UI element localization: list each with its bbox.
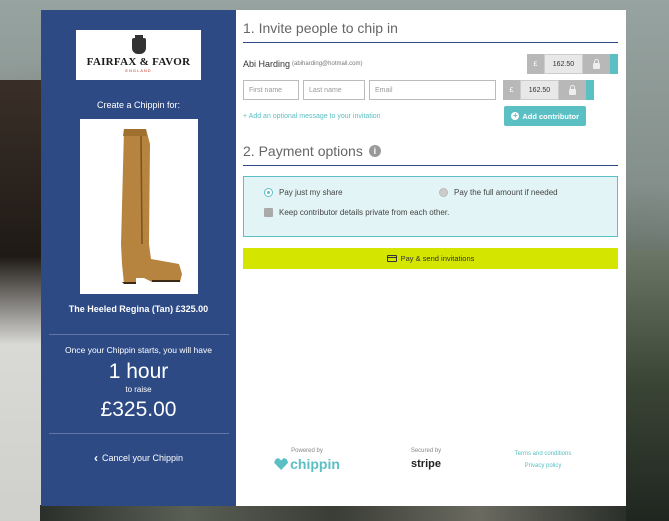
contributor-name: Abi Harding <box>243 59 291 69</box>
add-contributor-label: Add contributor <box>522 111 579 121</box>
chippin-modal: FAIRFAX & FAVOR ENGLAND Create a Chippin… <box>41 10 626 506</box>
info-icon[interactable]: i <box>368 145 381 157</box>
background-trees <box>625 250 669 521</box>
invite-section-title: 1. Invite people to chip in <box>243 20 618 43</box>
pay-send-button[interactable]: Pay & send invitations <box>243 248 618 269</box>
private-label: Keep contributor details private from ea… <box>279 208 450 217</box>
brand-sub: ENGLAND <box>125 67 152 73</box>
starts-text: Once your Chippin starts, you will have <box>65 345 212 355</box>
payment-section-title: 2. Payment options i <box>243 143 618 166</box>
lock-button[interactable] <box>583 54 610 74</box>
new-amount-group: £ 162.50 <box>503 80 594 100</box>
option-pay-share[interactable]: Pay just my share <box>264 188 343 197</box>
heart-icon <box>274 458 289 470</box>
sidebar: FAIRFAX & FAVOR ENGLAND Create a Chippin… <box>41 10 236 506</box>
contributor-email: (abiharding@hotmail.com) <box>292 61 363 67</box>
chippin-logo[interactable]: chippin <box>262 456 352 472</box>
product-name: The Heeled Regina (Tan) £325.00 <box>68 304 209 314</box>
accent-edge <box>610 54 618 74</box>
add-message-link[interactable]: + Add an optional message to your invita… <box>243 113 381 120</box>
terms-link[interactable]: Terms and conditions <box>498 448 588 460</box>
brand-logo: FAIRFAX & FAVOR ENGLAND <box>76 30 201 80</box>
contributor-amount-field[interactable]: 162.50 <box>544 54 583 74</box>
contributor-row: Abi Harding (abiharding@hotmail.com) £ 1… <box>243 54 618 74</box>
payment-options-box: Pay just my share Pay the full amount if… <box>243 176 618 237</box>
option-full-label: Pay the full amount if needed <box>454 188 558 197</box>
cancel-label: Cancel your Chippin <box>101 453 184 463</box>
privacy-link[interactable]: Privacy policy <box>498 460 588 472</box>
radio-selected-icon <box>264 188 273 197</box>
plus-icon: + <box>511 111 520 120</box>
stripe-logo: stripe <box>411 458 441 470</box>
powered-by-label: Powered by <box>291 448 323 454</box>
divider <box>48 334 229 335</box>
crest-icon <box>131 34 146 54</box>
private-checkbox[interactable]: Keep contributor details private from ea… <box>264 208 449 217</box>
main-panel: 1. Invite people to chip in Abi Harding … <box>236 10 626 506</box>
option-share-label: Pay just my share <box>279 188 343 197</box>
cancel-chippin-link[interactable]: ‹ Cancel your Chippin <box>94 451 183 465</box>
legal-links: Terms and conditions Privacy policy <box>498 448 588 472</box>
option-pay-full[interactable]: Pay the full amount if needed <box>439 188 558 197</box>
chevron-left-icon: ‹ <box>93 451 98 465</box>
currency-symbol: £ <box>503 80 520 100</box>
lock-icon <box>569 84 576 95</box>
background-person <box>0 80 42 521</box>
contributor-amount-group: £ 162.50 <box>527 54 618 74</box>
new-contributor-row: First name Last name Email £ 162.50 <box>243 80 618 100</box>
new-amount-field[interactable]: 162.50 <box>520 80 559 100</box>
radio-unselected-icon <box>439 188 448 197</box>
product-image <box>79 119 198 294</box>
footer: Powered by chippin Secured by stripe Ter… <box>236 448 626 488</box>
secured-by-block: Secured by stripe <box>396 448 456 470</box>
email-input[interactable]: Email <box>369 80 496 100</box>
accent-edge <box>586 80 594 100</box>
currency-symbol: £ <box>527 54 544 74</box>
brand-name: FAIRFAX & FAVOR <box>86 55 191 68</box>
background-ground <box>40 505 626 521</box>
lock-icon <box>593 58 600 69</box>
last-name-input[interactable]: Last name <box>303 80 365 100</box>
add-contributor-button[interactable]: + Add contributor <box>504 106 586 126</box>
credit-card-icon <box>386 255 397 262</box>
create-for-label: Create a Chippin for: <box>96 100 181 110</box>
secured-by-label: Secured by <box>410 448 442 454</box>
pay-button-label: Pay & send invitations <box>400 254 475 263</box>
powered-by-block: Powered by chippin <box>262 448 352 472</box>
invite-title: 1. Invite people to chip in <box>243 20 398 36</box>
divider <box>48 433 229 434</box>
to-raise-label: to raise <box>125 385 152 394</box>
chippin-logo-text: chippin <box>290 456 340 472</box>
invite-actions-row: + Add an optional message to your invita… <box>243 106 618 126</box>
time-value: 1 hour <box>108 360 169 383</box>
boot-icon <box>120 129 182 284</box>
checkbox-icon <box>264 208 273 217</box>
lock-button[interactable] <box>559 80 586 100</box>
payment-title: 2. Payment options <box>243 143 363 159</box>
raise-amount: £325.00 <box>100 398 177 421</box>
first-name-input[interactable]: First name <box>243 80 299 100</box>
